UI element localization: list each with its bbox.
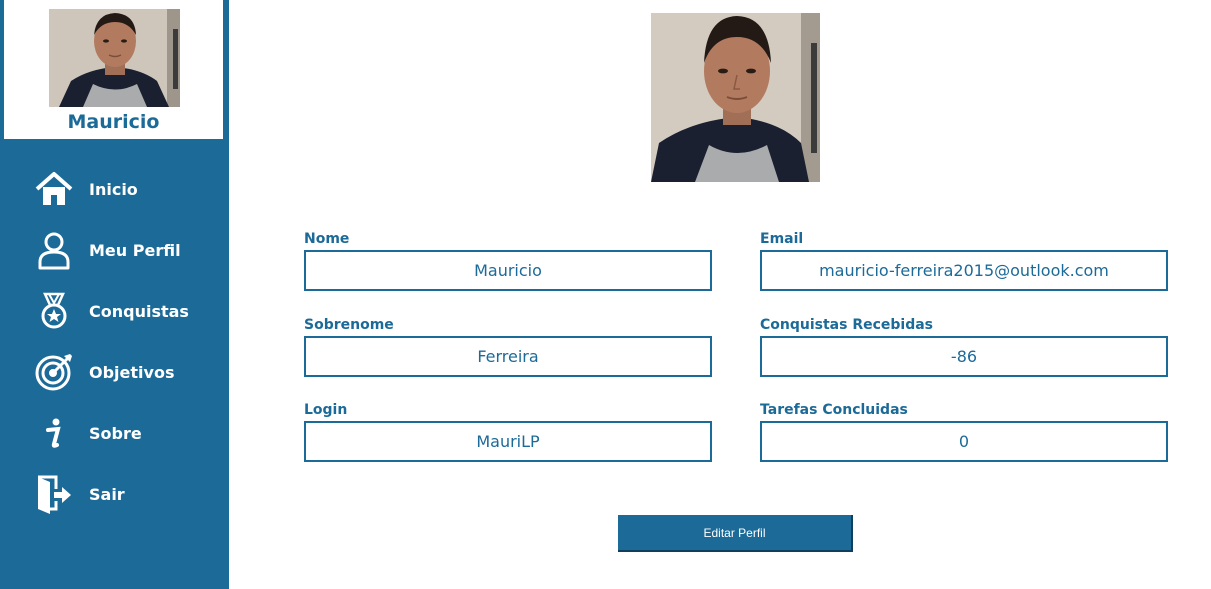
sidebar: Mauricio Inicio Meu Perfil Conquistas Ob… <box>0 0 229 589</box>
sidebar-item-conquistas[interactable]: Conquistas <box>33 289 223 333</box>
email-field[interactable] <box>760 250 1168 291</box>
sidebar-item-sobre[interactable]: Sobre <box>33 411 223 455</box>
sidebar-item-label: Conquistas <box>89 301 189 321</box>
conquistas-recebidas-field[interactable] <box>760 336 1168 377</box>
nome-label: Nome <box>304 231 350 247</box>
sidebar-username: Mauricio <box>67 111 160 133</box>
login-label: Login <box>304 402 348 418</box>
sidebar-item-label: Inicio <box>89 179 138 199</box>
email-label: Email <box>760 231 804 247</box>
conquistas-recebidas-label: Conquistas Recebidas <box>760 317 934 333</box>
tarefas-concluidas-field[interactable] <box>760 421 1168 462</box>
home-icon <box>33 168 75 210</box>
info-icon <box>33 412 75 454</box>
sidebar-item-label: Sobre <box>89 423 142 443</box>
medal-icon <box>33 290 75 332</box>
profile-photo <box>651 13 820 182</box>
sidebar-item-sair[interactable]: Sair <box>33 472 223 516</box>
sidebar-item-label: Sair <box>89 484 125 504</box>
sidebar-avatar <box>49 9 180 107</box>
target-icon <box>33 351 75 393</box>
sobrenome-label: Sobrenome <box>304 317 394 333</box>
nome-field[interactable] <box>304 250 712 291</box>
sidebar-item-objetivos[interactable]: Objetivos <box>33 350 223 394</box>
edit-profile-button[interactable]: Editar Perfil <box>618 515 853 552</box>
sobrenome-field[interactable] <box>304 336 712 377</box>
login-field[interactable] <box>304 421 712 462</box>
sidebar-profile-card: Mauricio <box>4 0 223 139</box>
exit-door-icon <box>33 473 75 515</box>
sidebar-item-meu-perfil[interactable]: Meu Perfil <box>33 228 223 272</box>
tarefas-concluidas-label: Tarefas Concluidas <box>760 402 908 418</box>
user-icon <box>33 229 75 271</box>
sidebar-item-inicio[interactable]: Inicio <box>33 167 223 211</box>
sidebar-item-label: Objetivos <box>89 362 175 382</box>
sidebar-item-label: Meu Perfil <box>89 240 181 260</box>
